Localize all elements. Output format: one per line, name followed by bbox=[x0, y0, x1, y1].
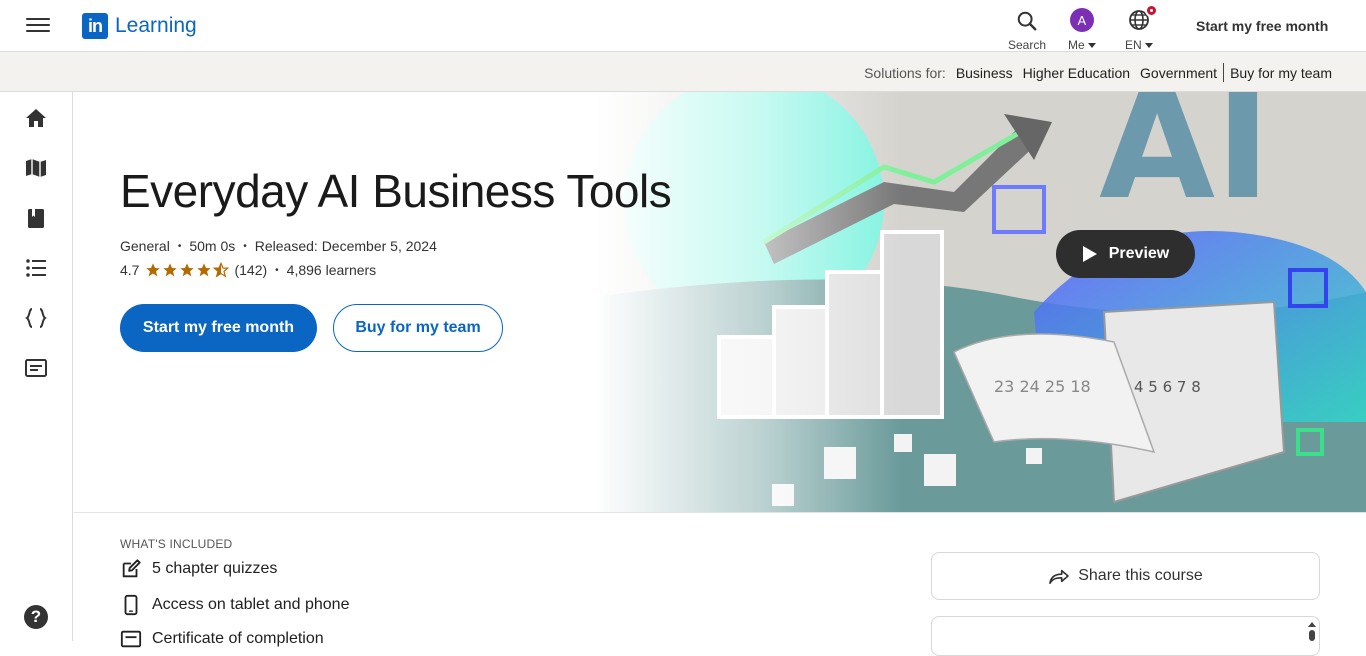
solutions-link-buy-for-team[interactable]: Buy for my team bbox=[1225, 65, 1337, 81]
library-icon[interactable] bbox=[24, 206, 48, 230]
menu-icon[interactable] bbox=[26, 15, 50, 35]
notification-badge bbox=[1144, 4, 1158, 17]
solutions-bar: Solutions for: Business Higher Education… bbox=[0, 52, 1366, 92]
solutions-link-government[interactable]: Government bbox=[1135, 65, 1222, 81]
solutions-prefix: Solutions for: bbox=[864, 64, 946, 81]
star-icon bbox=[180, 263, 195, 277]
divider bbox=[1223, 63, 1225, 82]
course-duration: 50m 0s bbox=[189, 238, 236, 254]
included-item: Access on tablet and phone bbox=[120, 594, 349, 616]
course-rating-row: 4.7 (142) • 4,896 learners bbox=[120, 262, 376, 278]
bullet: • bbox=[243, 240, 247, 252]
learner-count: 4,896 learners bbox=[286, 262, 377, 278]
linkedin-logo-mark: in bbox=[82, 13, 108, 39]
play-icon bbox=[1082, 246, 1097, 262]
map-icon[interactable] bbox=[24, 156, 48, 180]
included-item-label: Certificate of completion bbox=[152, 630, 324, 647]
included-item-label: 5 chapter quizzes bbox=[152, 560, 278, 577]
certificate-icon[interactable] bbox=[24, 356, 48, 380]
solutions-link-higher-education[interactable]: Higher Education bbox=[1018, 65, 1135, 81]
course-category: General bbox=[120, 238, 170, 254]
course-meta: General • 50m 0s • Released: December 5,… bbox=[120, 238, 437, 254]
language-nav-item[interactable]: EN bbox=[1125, 4, 1158, 52]
me-nav-item[interactable]: A Me bbox=[1068, 4, 1096, 52]
whats-included-heading: WHAT'S INCLUDED bbox=[120, 537, 233, 551]
top-navigation-bar: in Learning Search A Me EN Start my free… bbox=[0, 0, 1366, 52]
scroll-up-icon[interactable] bbox=[1308, 620, 1316, 641]
code-icon[interactable] bbox=[24, 306, 48, 330]
buy-for-team-button[interactable]: Buy for my team bbox=[333, 304, 503, 352]
course-title: Everyday AI Business Tools bbox=[120, 165, 672, 217]
help-icon[interactable]: ? bbox=[24, 605, 48, 629]
preview-label: Preview bbox=[1108, 245, 1170, 262]
chevron-down-icon bbox=[1087, 42, 1096, 48]
tablet-icon bbox=[120, 594, 142, 616]
course-release-date: Released: December 5, 2024 bbox=[254, 238, 437, 254]
rating-value: 4.7 bbox=[120, 262, 140, 278]
linkedin-learning-logo[interactable]: in Learning bbox=[82, 13, 197, 39]
solutions-link-business[interactable]: Business bbox=[951, 65, 1018, 81]
star-icon bbox=[163, 263, 178, 277]
avatar: A bbox=[1069, 8, 1094, 32]
search-icon bbox=[1016, 4, 1038, 32]
home-icon[interactable] bbox=[24, 106, 48, 130]
chevron-down-icon bbox=[1144, 42, 1153, 48]
start-free-month-button[interactable]: Start my free month bbox=[120, 304, 317, 352]
logo-text: Learning bbox=[115, 14, 197, 37]
language-label: EN bbox=[1125, 38, 1142, 52]
included-item: 5 chapter quizzes bbox=[120, 558, 277, 580]
bullet: • bbox=[275, 264, 279, 276]
course-thumbnail-image: AI 23 24 25 18 4 5 6 7 8 bbox=[594, 92, 1366, 512]
search-nav-item[interactable]: Search bbox=[1008, 4, 1046, 52]
star-half-icon bbox=[213, 262, 230, 278]
included-item: Certificate of completion bbox=[120, 628, 324, 650]
review-count: (142) bbox=[234, 262, 268, 278]
share-course-button[interactable]: Share this course bbox=[931, 552, 1320, 600]
share-label: Share this course bbox=[1078, 567, 1203, 584]
course-hero: AI 23 24 25 18 4 5 6 7 8 Everyday AI Bus… bbox=[74, 92, 1366, 513]
star-icon bbox=[146, 263, 161, 277]
left-sidebar: ? bbox=[0, 92, 73, 641]
certificate-icon bbox=[120, 628, 142, 650]
search-label: Search bbox=[1008, 38, 1047, 52]
bullet: • bbox=[177, 240, 182, 252]
edit-icon bbox=[120, 558, 142, 580]
list-icon[interactable] bbox=[24, 256, 48, 280]
start-free-month-link[interactable]: Start my free month bbox=[1196, 18, 1328, 34]
rating-stars bbox=[145, 262, 230, 278]
me-label: Me bbox=[1068, 38, 1085, 52]
course-info-panel bbox=[931, 616, 1320, 656]
included-item-label: Access on tablet and phone bbox=[152, 596, 350, 613]
share-icon bbox=[1049, 569, 1070, 585]
star-icon bbox=[197, 263, 212, 277]
globe-icon bbox=[1127, 4, 1158, 32]
preview-button[interactable]: Preview bbox=[1056, 230, 1195, 278]
